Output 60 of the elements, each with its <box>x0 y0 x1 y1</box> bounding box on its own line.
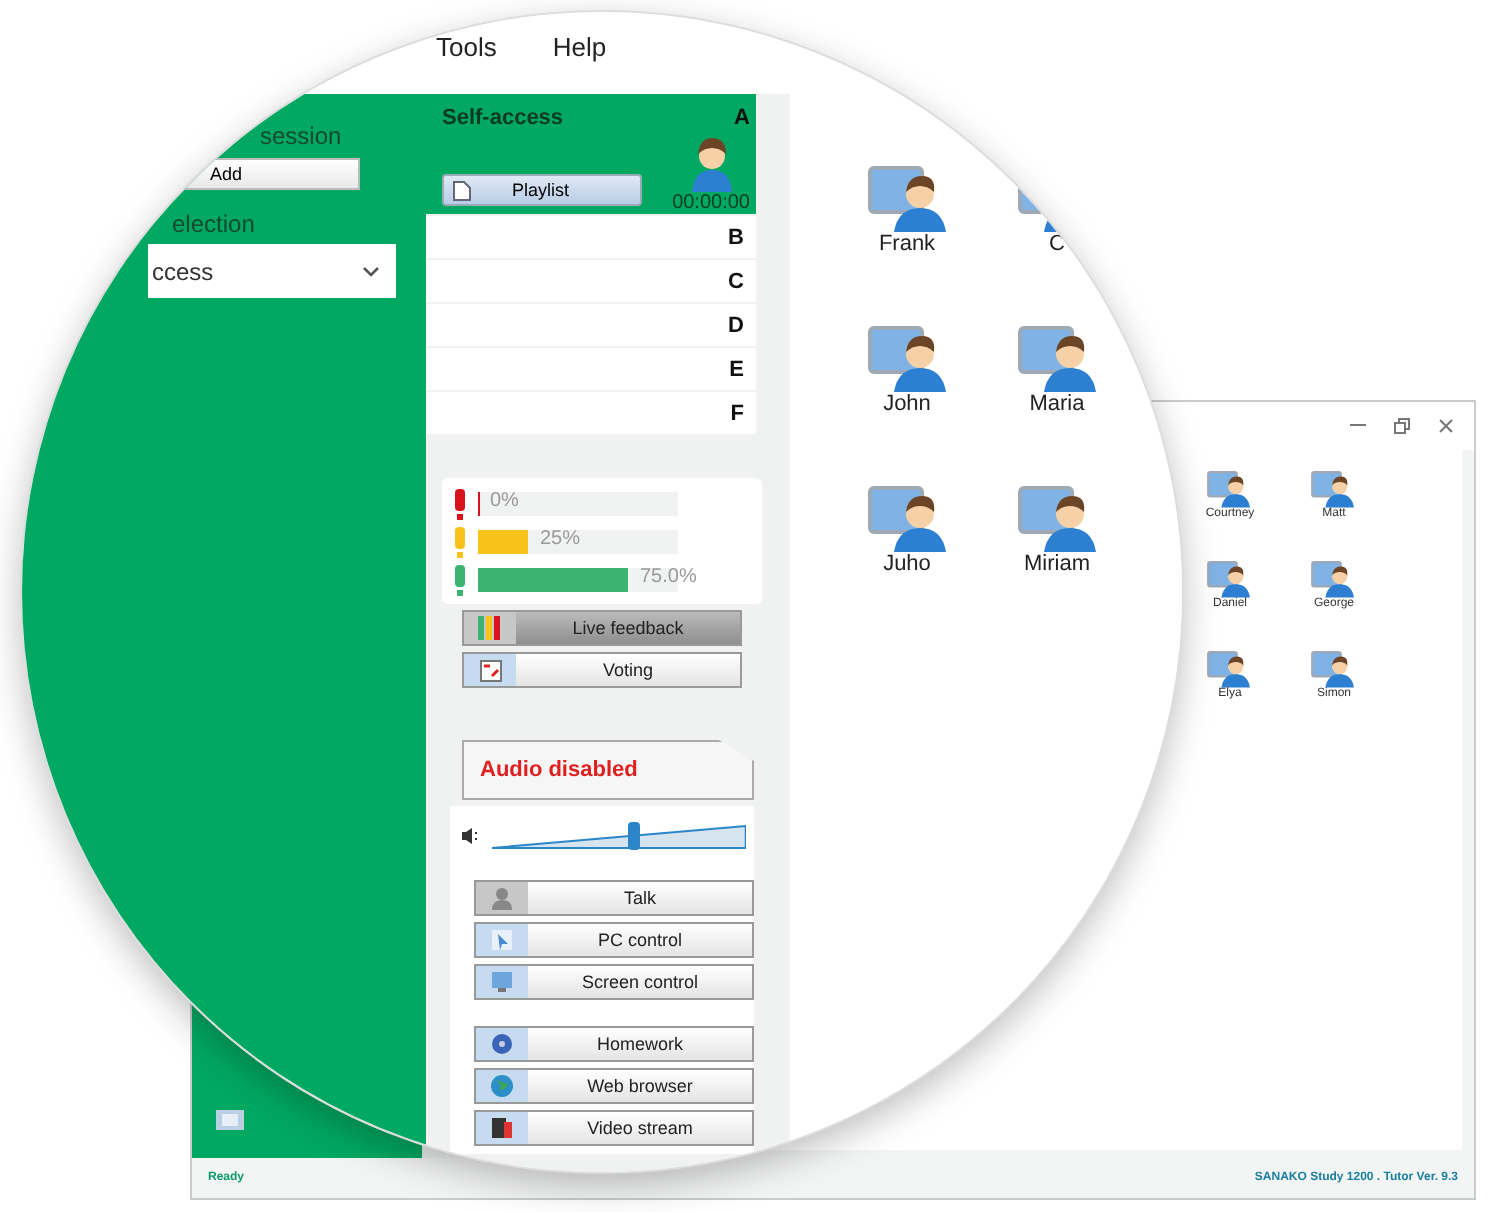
ballot-icon <box>479 659 501 681</box>
audio-status-note: Audio disabled <box>462 740 754 800</box>
control-button[interactable]: Screen control <box>474 964 754 1000</box>
menu-item[interactable]: Tools <box>436 32 497 62</box>
cursor-icon <box>490 928 514 952</box>
user-avatar-icon <box>689 136 734 192</box>
channel-row[interactable]: C <box>426 260 756 302</box>
section-label: session <box>260 122 342 150</box>
film-icon <box>490 1116 514 1140</box>
minimize-icon[interactable] <box>1350 424 1366 428</box>
student-name: John <box>883 392 931 416</box>
student-computer-icon[interactable] <box>865 164 949 232</box>
student-computer-icon[interactable] <box>1310 560 1358 598</box>
student-computer-icon[interactable] <box>1310 650 1358 688</box>
speaker-icon <box>462 828 480 844</box>
add-button[interactable]: Add <box>180 158 360 190</box>
control-button[interactable]: Homework <box>474 1026 754 1062</box>
channel-header[interactable]: Self-access A Playlist 00:00:00 <box>426 94 756 214</box>
volume-slider[interactable] <box>492 822 746 850</box>
channel-row[interactable]: E <box>426 348 756 390</box>
student-computer-icon[interactable] <box>1310 470 1358 508</box>
close-icon[interactable] <box>1438 418 1454 434</box>
student-name: Frank <box>878 232 936 256</box>
feedback-button[interactable]: Voting <box>462 652 742 688</box>
control-button[interactable]: PC control <box>474 922 754 958</box>
slider-thumb[interactable] <box>628 822 641 850</box>
headset-icon <box>490 886 514 910</box>
bars-icon <box>478 616 502 640</box>
student-computer-icon[interactable] <box>865 324 949 392</box>
student-name: Maria <box>1029 392 1085 416</box>
section-label: election <box>172 210 255 238</box>
percent-text: 25% <box>540 527 581 549</box>
student-computer-icon[interactable] <box>1206 560 1254 598</box>
monitor-icon <box>490 970 514 994</box>
student-name: Juho <box>883 552 931 576</box>
channel-row[interactable]: D <box>426 304 756 346</box>
channel-title: Self-access <box>442 106 566 133</box>
student-computer-icon[interactable] <box>865 484 949 552</box>
globe-icon <box>490 1074 514 1098</box>
student-computer-icon[interactable] <box>1206 470 1254 508</box>
restore-icon[interactable] <box>1394 418 1410 434</box>
percent-text: 0% <box>490 489 519 511</box>
chevron-down-icon <box>362 265 380 277</box>
student-computer-icon[interactable] <box>1015 484 1099 552</box>
channel-row[interactable]: B <box>426 216 756 258</box>
percent-text: 75.0% <box>640 565 697 587</box>
selection-dropdown[interactable]: ccess <box>148 244 396 298</box>
channel-letter: A <box>732 106 750 133</box>
student-computer-icon[interactable] <box>1015 324 1099 392</box>
control-button[interactable]: Web browser <box>474 1068 754 1104</box>
student-computer-icon[interactable] <box>1206 650 1254 688</box>
playlist-button[interactable]: Playlist <box>442 174 642 206</box>
menu-item[interactable]: Help <box>552 32 607 62</box>
student-name: Miriam <box>1024 552 1090 576</box>
document-icon <box>452 179 472 201</box>
channel-row[interactable]: F <box>426 392 756 434</box>
control-button[interactable]: Video stream <box>474 1110 754 1146</box>
timer-text: 00:00:00 <box>672 192 750 214</box>
disk-icon <box>490 1032 514 1056</box>
feedback-button[interactable]: Live feedback <box>462 610 742 646</box>
